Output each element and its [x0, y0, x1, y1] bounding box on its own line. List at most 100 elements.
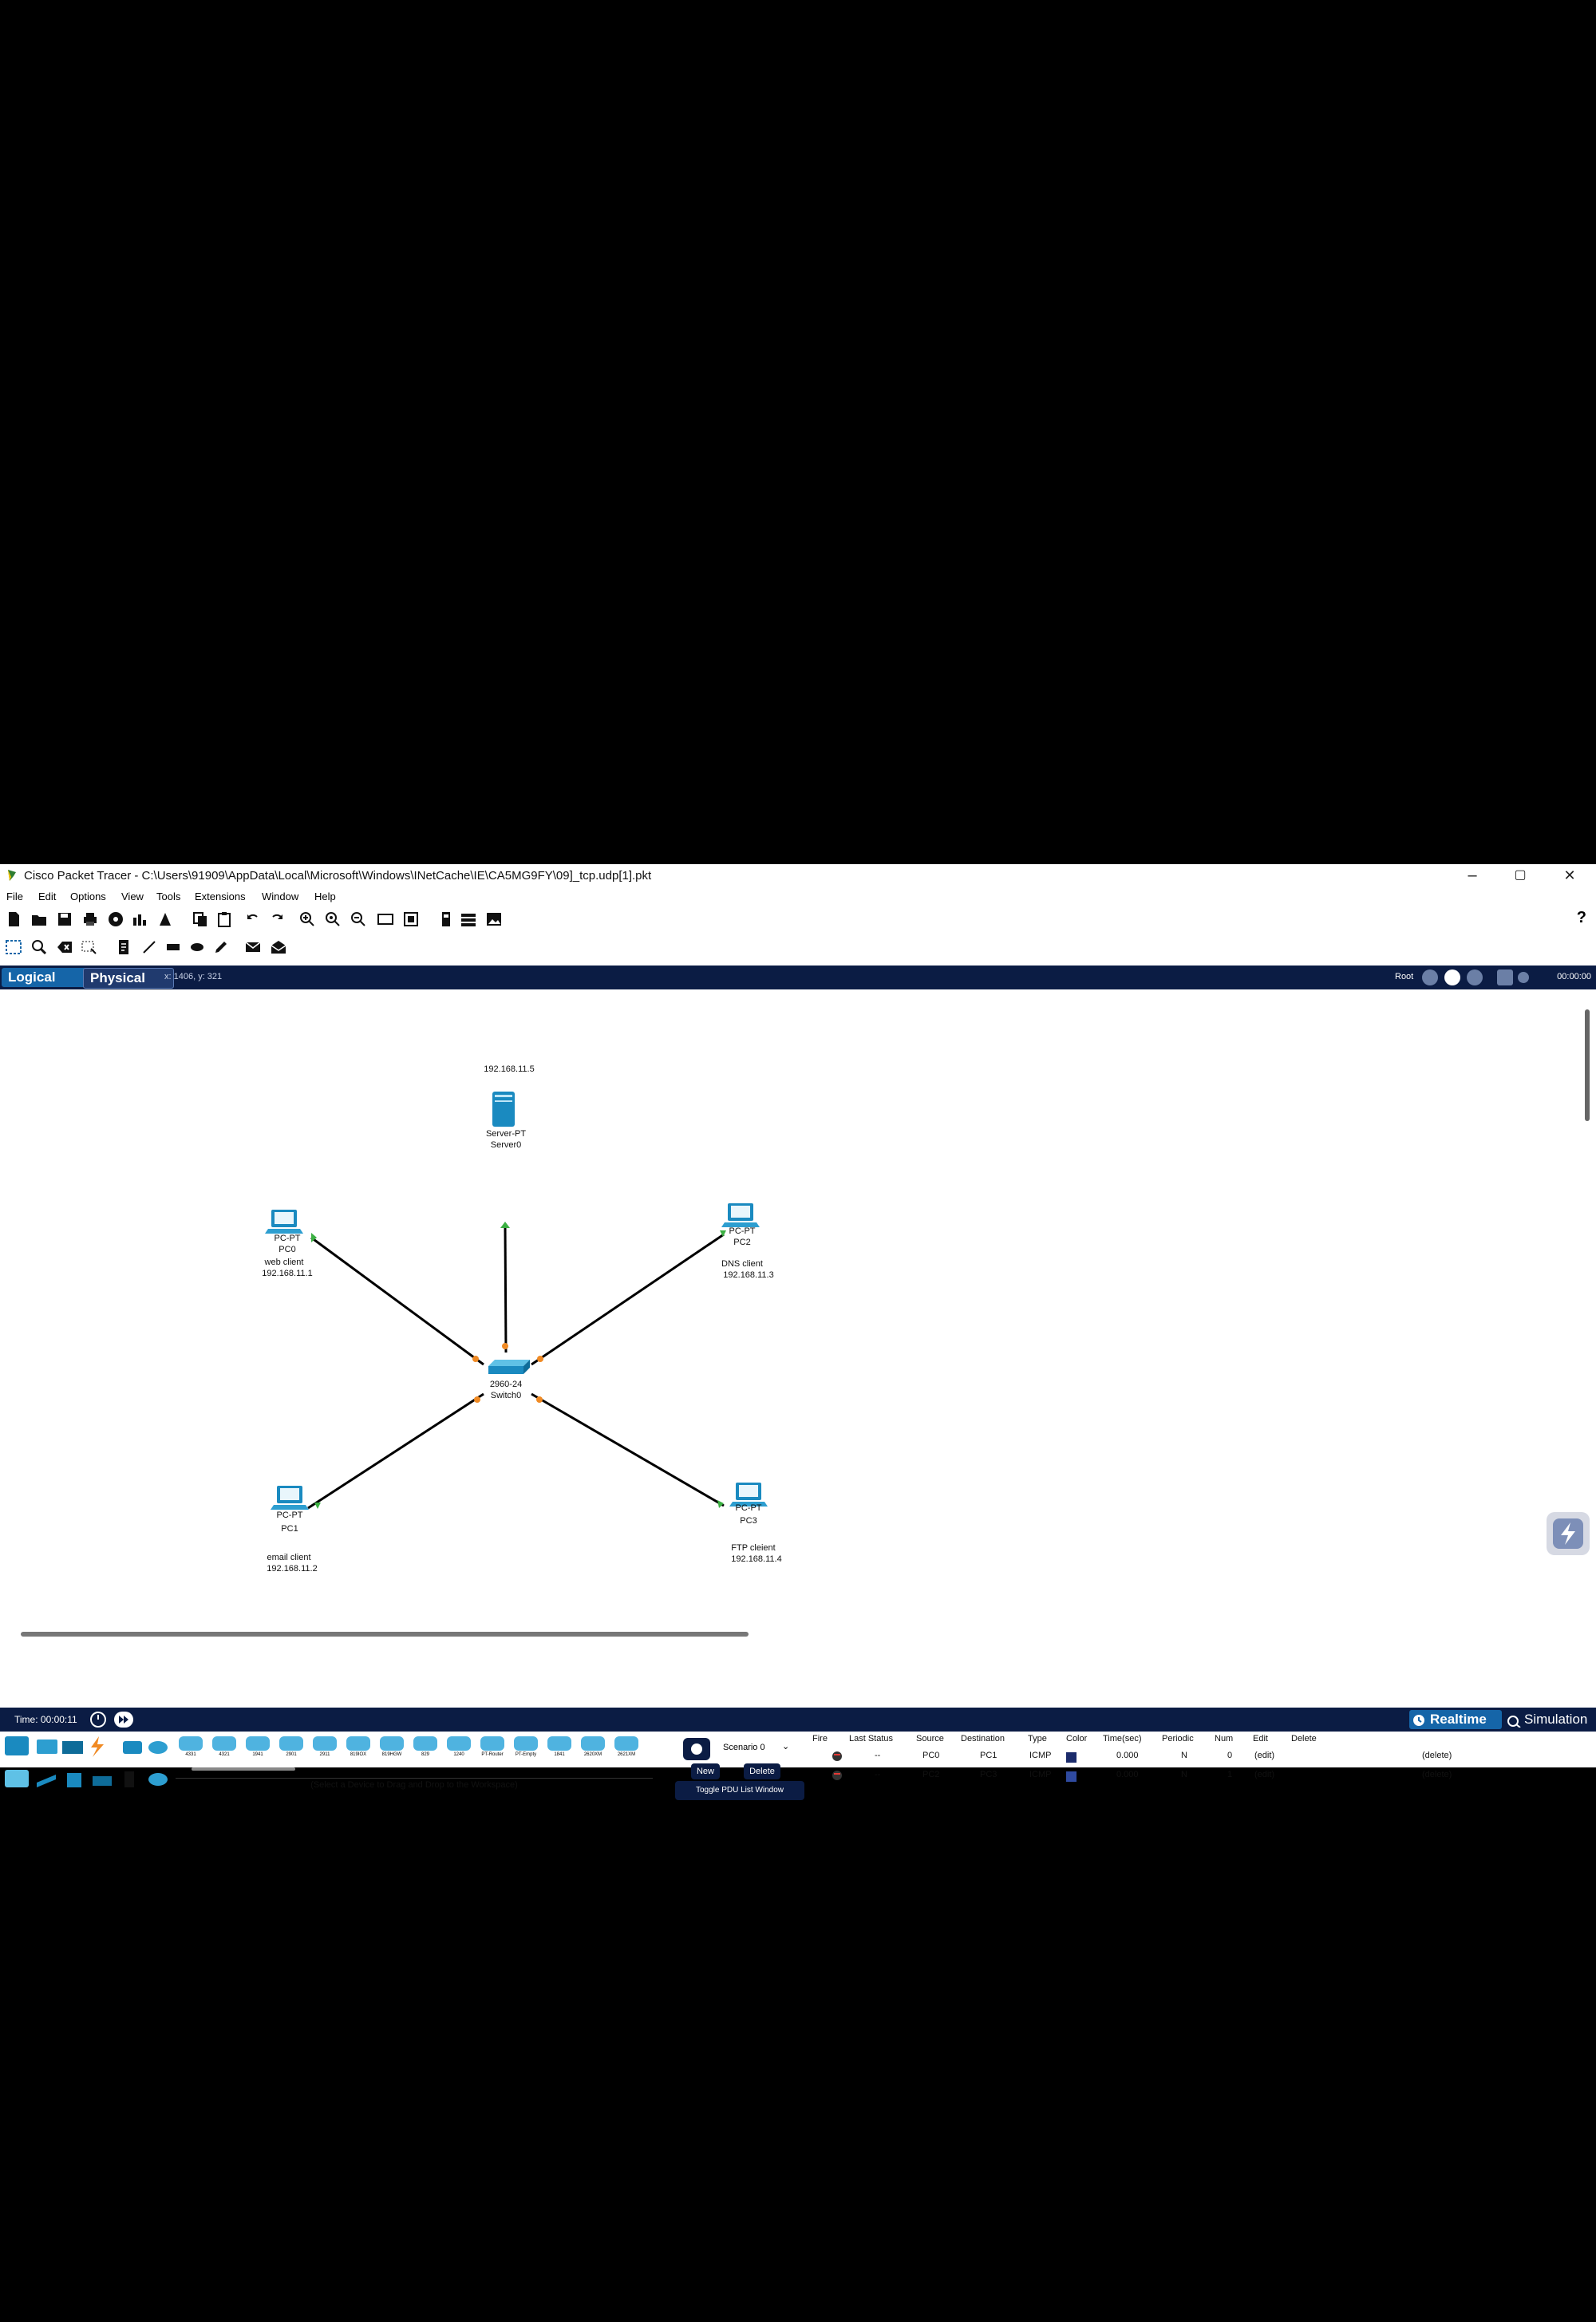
viewport-icon[interactable]: [437, 910, 455, 928]
help-button[interactable]: ?: [1577, 909, 1586, 927]
draw-rectangle-icon[interactable]: [164, 938, 182, 956]
viewport-nav-icon[interactable]: [1497, 969, 1513, 985]
switch-icon[interactable]: [488, 1360, 530, 1374]
fire-indicator-icon[interactable]: [832, 1751, 843, 1762]
custom-device-icon[interactable]: [156, 910, 174, 928]
router-model-icon[interactable]: [346, 1736, 370, 1751]
pc2-icon[interactable]: [721, 1203, 760, 1227]
router-model-icon[interactable]: [246, 1736, 270, 1751]
inspect-icon[interactable]: [30, 938, 48, 956]
delete-icon[interactable]: [56, 938, 73, 956]
power-cycle-icon[interactable]: [89, 1711, 107, 1728]
side-panel-toggle-icon[interactable]: [1547, 1512, 1590, 1555]
pdu-edit-link[interactable]: (edit): [1254, 1770, 1274, 1779]
pdu-delete-link[interactable]: (delete): [1422, 1751, 1452, 1760]
pdu-delete-link[interactable]: (delete): [1422, 1770, 1452, 1779]
link-pc2-switch[interactable]: [531, 1233, 725, 1366]
menu-window[interactable]: Window: [262, 890, 298, 902]
open-folder-icon[interactable]: [30, 910, 48, 928]
resize-shape-icon[interactable]: [80, 938, 97, 956]
link-server-switch[interactable]: [504, 1226, 508, 1353]
minimize-button[interactable]: –: [1460, 866, 1484, 885]
activity-wizard-icon[interactable]: [107, 910, 124, 928]
routers-icon[interactable]: [5, 1770, 29, 1787]
scenario-select[interactable]: Scenario 0: [723, 1743, 765, 1752]
place-note-icon[interactable]: [115, 938, 132, 956]
misc-icon[interactable]: [123, 1741, 142, 1754]
fire-indicator-icon[interactable]: [832, 1770, 843, 1781]
copy-icon[interactable]: [192, 910, 209, 928]
hubs-icon[interactable]: [67, 1773, 81, 1787]
chevron-down-icon[interactable]: ⌄: [782, 1741, 789, 1751]
wireless-icon[interactable]: [93, 1776, 112, 1786]
tab-logical[interactable]: Logical: [2, 968, 86, 987]
multiuser-icon[interactable]: [148, 1741, 168, 1754]
horizontal-scrollbar[interactable]: [21, 1632, 749, 1637]
router-model-icon[interactable]: [279, 1736, 303, 1751]
link-pc3-switch[interactable]: [531, 1392, 725, 1507]
router-model-icon[interactable]: [380, 1736, 404, 1751]
fast-forward-icon[interactable]: [113, 1711, 134, 1728]
restore-button[interactable]: ▢: [1508, 866, 1532, 885]
select-icon[interactable]: [5, 938, 22, 956]
draw-line-icon[interactable]: [140, 938, 158, 956]
security-icon[interactable]: [124, 1771, 134, 1787]
router-model-icon[interactable]: [581, 1736, 605, 1751]
components-icon[interactable]: [62, 1741, 83, 1754]
menu-edit[interactable]: Edit: [38, 890, 56, 902]
menu-options[interactable]: Options: [70, 890, 106, 902]
network-info-icon[interactable]: [131, 910, 148, 928]
cluster-icon[interactable]: [1444, 969, 1460, 985]
router-model-icon[interactable]: [614, 1736, 638, 1751]
back-icon[interactable]: [1422, 969, 1438, 985]
link-pc0-switch[interactable]: [310, 1236, 484, 1366]
draw-ellipse-icon[interactable]: [188, 938, 206, 956]
pdu-row[interactable]: -- PC0 PC1 ICMP 0.000 N 0 (edit) (delete…: [806, 1747, 1596, 1763]
new-scenario-button[interactable]: New: [691, 1763, 720, 1779]
zoom-in-icon[interactable]: [298, 910, 316, 928]
router-model-icon[interactable]: [313, 1736, 337, 1751]
delete-scenario-button[interactable]: Delete: [744, 1763, 780, 1779]
menu-tools[interactable]: Tools: [156, 890, 180, 902]
undo-icon[interactable]: [244, 910, 262, 928]
router-model-icon[interactable]: [447, 1736, 471, 1751]
custom-device-dialog-icon[interactable]: [402, 910, 420, 928]
new-file-icon[interactable]: [5, 910, 22, 928]
server-icon[interactable]: [492, 1092, 515, 1127]
switches-icon[interactable]: [37, 1775, 56, 1787]
menu-help[interactable]: Help: [314, 890, 336, 902]
pdu-row[interactable]: -- PC2 PC3 ICMP 0.000 N 1 (edit) (delete…: [806, 1767, 1596, 1783]
close-button[interactable]: ✕: [1558, 866, 1582, 885]
menu-extensions[interactable]: Extensions: [195, 890, 246, 902]
connections-icon[interactable]: [91, 1736, 104, 1757]
move-object-icon[interactable]: [1467, 969, 1483, 985]
end-devices-icon[interactable]: [37, 1740, 57, 1754]
device-list-scrollbar[interactable]: [192, 1767, 295, 1771]
zoom-out-icon[interactable]: [350, 910, 367, 928]
image-icon[interactable]: [485, 910, 503, 928]
menu-file[interactable]: File: [6, 890, 23, 902]
pdu-list-icon[interactable]: [460, 910, 477, 928]
router-model-icon[interactable]: [179, 1736, 203, 1751]
logical-workspace[interactable]: 192.168.11.5 Server-PT Server0 2960-24 S…: [0, 989, 1596, 1708]
environment-clock-icon[interactable]: [1518, 972, 1529, 983]
pc0-icon[interactable]: [265, 1210, 303, 1234]
scenario-info-icon[interactable]: [683, 1738, 710, 1760]
drawing-palette-icon[interactable]: [377, 910, 394, 928]
menu-view[interactable]: View: [121, 890, 144, 902]
wan-emulation-icon[interactable]: [148, 1773, 168, 1786]
save-icon[interactable]: [56, 910, 73, 928]
link-pc1-switch[interactable]: [307, 1392, 484, 1510]
print-icon[interactable]: [81, 910, 99, 928]
pc1-icon[interactable]: [271, 1486, 309, 1510]
redo-icon[interactable]: [268, 910, 286, 928]
router-model-icon[interactable]: [212, 1736, 236, 1751]
zoom-reset-icon[interactable]: [324, 910, 342, 928]
router-model-icon[interactable]: [480, 1736, 504, 1751]
pdu-edit-link[interactable]: (edit): [1254, 1751, 1274, 1760]
router-model-icon[interactable]: [514, 1736, 538, 1751]
tab-physical[interactable]: Physical: [83, 968, 174, 989]
toggle-pdu-list-button[interactable]: Toggle PDU List Window: [675, 1781, 804, 1800]
router-model-icon[interactable]: [547, 1736, 571, 1751]
freeform-icon[interactable]: [212, 938, 230, 956]
